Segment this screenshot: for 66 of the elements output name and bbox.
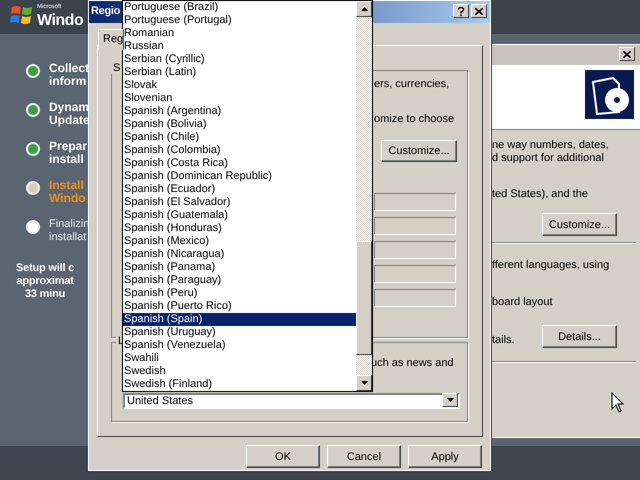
dialog-button[interactable]: Apply <box>408 445 482 468</box>
location-dropdown[interactable]: United States <box>123 393 460 409</box>
description-text: ted States), and the <box>492 188 588 201</box>
close-icon <box>623 50 631 58</box>
customize-button[interactable]: Customize... <box>381 140 457 162</box>
dropdown-arrow-icon <box>446 398 454 402</box>
list-item[interactable]: Serbian (Latin) <box>123 66 356 79</box>
list-item[interactable]: Spanish (El Salvador) <box>123 196 356 209</box>
logo-text: Windo <box>37 11 84 31</box>
list-item[interactable]: Spanish (Dominican Republic) <box>123 170 356 183</box>
list-item[interactable]: Spanish (Mexico) <box>123 235 356 248</box>
step-label: Install Windo <box>49 179 86 205</box>
dialog-button[interactable]: Cancel <box>327 445 401 468</box>
list-item[interactable]: Spanish (Panama) <box>123 261 356 274</box>
scroll-up-icon <box>360 7 368 11</box>
description-text: d support for additional <box>492 152 604 165</box>
close-icon <box>475 8 483 14</box>
list-item[interactable]: Spanish (Guatemala) <box>123 209 356 222</box>
list-item[interactable]: Romanian <box>123 27 356 40</box>
software-box-cd-icon <box>585 70 634 119</box>
customize-button[interactable]: Customize... <box>542 213 617 236</box>
dialog-button[interactable]: OK <box>246 445 320 468</box>
list-item[interactable]: Spanish (Chile) <box>123 131 356 144</box>
list-item[interactable]: Slovak <box>123 79 356 92</box>
flag-logo-icon <box>10 4 34 26</box>
details-button[interactable]: Details... <box>542 325 617 348</box>
scroll-down-icon <box>360 381 368 385</box>
close-button[interactable] <box>619 47 635 61</box>
mouse-pointer-icon <box>611 392 624 413</box>
scrollbar[interactable] <box>356 1 372 391</box>
close-button[interactable] <box>471 4 487 18</box>
list-item[interactable]: Swedish (Finland) <box>123 378 356 391</box>
step-label: Collect inform <box>49 62 90 88</box>
description-text: tails. <box>492 334 515 347</box>
list-item[interactable]: Slovenian <box>123 92 356 105</box>
list-item[interactable]: Serbian (Cyrillic) <box>123 53 356 66</box>
time-estimate: Setup will c approximat 33 minu <box>16 262 74 301</box>
list-item[interactable]: Russian <box>123 40 356 53</box>
step-label: Finalizin installat <box>49 218 90 244</box>
description-text: ne way numbers, dates, <box>492 139 609 152</box>
step-label: Prepar install <box>49 140 88 166</box>
list-item[interactable]: Swahili <box>123 352 356 365</box>
list-item[interactable]: Spanish (Bolivia) <box>123 118 356 131</box>
help-button[interactable] <box>453 4 469 18</box>
list-item[interactable]: Spanish (Ecuador) <box>123 183 356 196</box>
list-item[interactable]: Portuguese (Portugal) <box>123 14 356 27</box>
description-text: ers, currencies, <box>374 78 450 91</box>
list-item[interactable]: Spanish (Honduras) <box>123 222 356 235</box>
window-title: Regio <box>91 5 120 17</box>
group-label: S <box>111 62 122 74</box>
list-item[interactable]: Spanish (Argentina) <box>123 105 356 118</box>
description-text: fferent languages, using <box>492 259 610 272</box>
list-item[interactable]: Spanish (Spain) <box>123 313 356 326</box>
help-icon <box>458 6 464 16</box>
list-item[interactable]: Spanish (Paraguay) <box>123 274 356 287</box>
list-item[interactable]: Spanish (Nicaragua) <box>123 248 356 261</box>
list-item[interactable]: Spanish (Puerto Rico) <box>123 300 356 313</box>
description-text: omize to choose <box>374 113 454 126</box>
step-label: Dynam Update <box>49 101 90 127</box>
list-item[interactable]: Spanish (Colombia) <box>123 144 356 157</box>
description-text: board layout <box>492 296 553 309</box>
tab[interactable]: Reg <box>98 29 124 50</box>
list-item[interactable]: Spanish (Costa Rica) <box>123 157 356 170</box>
list-item[interactable]: Swedish <box>123 365 356 378</box>
list-item[interactable]: Portuguese (Brazil) <box>123 1 356 14</box>
list-item[interactable]: Spanish (Peru) <box>123 287 356 300</box>
